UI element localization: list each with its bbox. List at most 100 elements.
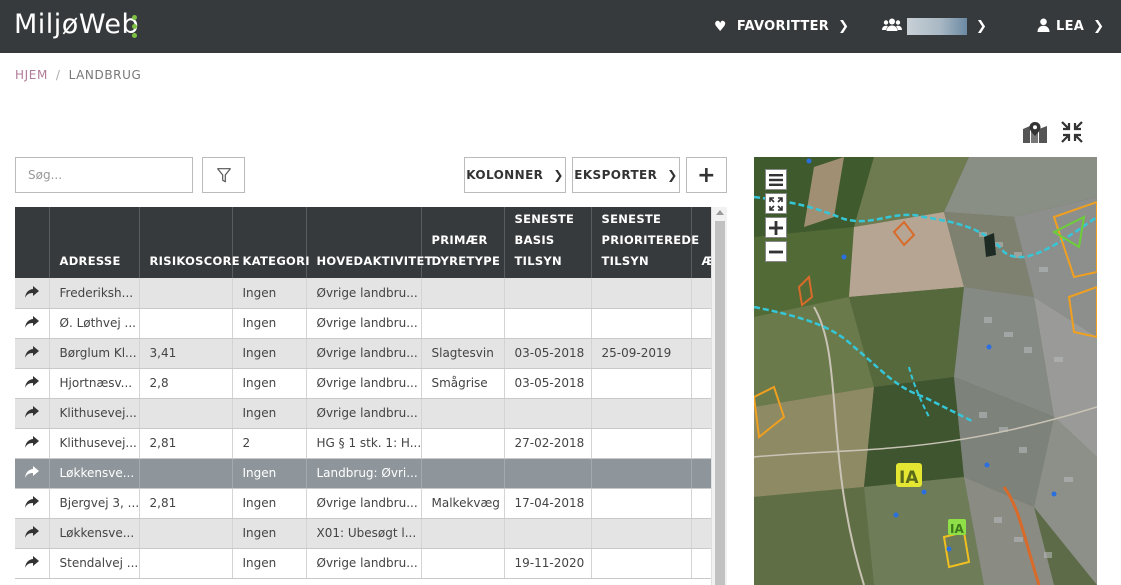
cell-basic: 17-04-2018	[504, 488, 592, 519]
cell-animal: Smågrise	[421, 368, 505, 399]
share-arrow-icon[interactable]	[15, 488, 50, 519]
cell-extra	[691, 308, 711, 339]
cell-prio	[591, 368, 692, 399]
map-marker-ia[interactable]: IA	[948, 519, 966, 536]
share-arrow-icon[interactable]	[15, 518, 50, 549]
farm-table: ADRESSE RISIKOSCORE KATEGORI HOVEDAKTIVI…	[15, 207, 711, 585]
table-row[interactable]: Klithusevej... Ingen Øvrige landbru...	[15, 398, 711, 429]
cell-category: Ingen	[232, 368, 307, 399]
column-header-prioritized-inspection[interactable]: SENESTE PRIORITEREDE TILSYN	[591, 207, 699, 278]
column-header-risk[interactable]: RISIKOSCORE	[139, 207, 240, 278]
cell-animal: Malkekvæg	[421, 488, 505, 519]
cell-risk: 2,81	[139, 488, 233, 519]
table-row[interactable]: Bjergvej 3, ... 2,81 Ingen Øvrige landbru..…	[15, 488, 711, 519]
share-arrow-icon[interactable]	[15, 428, 50, 459]
share-arrow-icon[interactable]	[15, 548, 50, 579]
share-arrow-icon[interactable]	[15, 398, 50, 429]
cell-address: Stendalvej ...	[49, 548, 140, 579]
export-button[interactable]: EKSPORTER ❯	[572, 157, 680, 193]
column-header-category[interactable]: KATEGORI	[232, 207, 310, 278]
cell-extra	[691, 488, 711, 519]
menu-icon	[769, 173, 783, 186]
heart-icon: ♥	[714, 18, 727, 35]
cell-category: Ingen	[232, 308, 307, 339]
logo-dots-icon	[132, 15, 138, 41]
cell-prio	[591, 398, 692, 429]
cell-extra	[691, 428, 711, 459]
column-header-animal-type[interactable]: PRIMÆR DYRETYPE	[421, 207, 505, 278]
columns-button[interactable]: KOLONNER ❯	[464, 157, 566, 193]
map-marker-ia[interactable]: IA	[896, 463, 922, 488]
filter-button[interactable]	[202, 157, 245, 193]
share-arrow-icon[interactable]	[15, 308, 50, 339]
cell-extra	[691, 518, 711, 549]
favorites-label: FAVORITTER	[736, 19, 830, 34]
cell-activity: Landbrug: Øvri...	[306, 458, 422, 489]
table-row[interactable]: Frederiksh... Ingen Øvrige landbru...	[15, 278, 711, 309]
chevron-right-icon: ❯	[976, 19, 988, 34]
organization-menu[interactable]: ❯	[882, 0, 987, 53]
table-scrollbar[interactable]	[711, 207, 727, 585]
share-arrow-icon[interactable]	[15, 338, 50, 369]
expand-icon	[769, 196, 783, 211]
map-zoom-in-button[interactable]	[765, 217, 787, 238]
cell-animal: Slagtesvin	[421, 338, 505, 369]
cell-activity: Øvrige landbru...	[306, 278, 422, 309]
map-zoom-out-button[interactable]	[765, 241, 787, 262]
cell-address: Klithusevej...	[49, 428, 140, 459]
cell-animal	[421, 518, 505, 549]
favorites-menu[interactable]: ♥ FAVORITTER ❯	[714, 0, 849, 53]
share-arrow-icon[interactable]	[15, 458, 50, 489]
cell-risk: 3,41	[139, 338, 233, 369]
map-marker-icon[interactable]	[1022, 122, 1048, 144]
cell-activity: Øvrige landbru...	[306, 338, 422, 369]
cell-risk	[139, 518, 233, 549]
app-logo[interactable]: MiljøWeb	[14, 9, 139, 40]
svg-text:IA: IA	[899, 468, 919, 488]
compress-icon[interactable]	[1060, 120, 1084, 144]
search-input[interactable]	[15, 157, 193, 193]
cell-animal	[421, 278, 505, 309]
map-layers-button[interactable]	[765, 169, 787, 190]
table-row[interactable]: Stendalvej ... Ingen Øvrige landbru... 19-1…	[15, 548, 711, 579]
table-row[interactable]: Klithusevej... 2,81 2 HG § 1 stk. 1: H... 27…	[15, 428, 711, 459]
cell-extra	[691, 278, 711, 309]
table-row[interactable]: Løkkensve... Ingen Landbrug: Øvri...	[15, 458, 711, 489]
table-row[interactable]: Hjortnæsv... 2,8 Ingen Øvrige landbru... Små…	[15, 368, 711, 399]
map-view[interactable]: IA IA	[754, 157, 1097, 585]
scroll-up-icon[interactable]	[716, 210, 724, 215]
share-arrow-icon[interactable]	[15, 278, 50, 309]
map-fullscreen-button[interactable]	[765, 193, 787, 214]
table-row[interactable]: Børglum Kl... 3,41 Ingen Øvrige landbru... S…	[15, 338, 711, 369]
user-icon	[1037, 18, 1050, 36]
cell-animal	[421, 458, 505, 489]
breadcrumb-current: LANDBRUG	[68, 68, 142, 82]
cell-prio	[591, 308, 692, 339]
filter-icon	[216, 167, 231, 182]
table-row[interactable]: Ø. Løthvej ... Ingen Øvrige landbru...	[15, 308, 711, 339]
cell-prio	[591, 518, 692, 549]
cell-basic	[504, 458, 592, 489]
cell-basic	[504, 518, 592, 549]
cell-risk	[139, 278, 233, 309]
minus-icon	[769, 250, 783, 253]
breadcrumb-home[interactable]: HJEM	[15, 68, 48, 82]
add-button[interactable]: +	[686, 157, 727, 193]
cell-address: Klithusevej...	[49, 398, 140, 429]
cell-animal	[421, 308, 505, 339]
cell-category: Ingen	[232, 278, 307, 309]
scrollbar-thumb[interactable]	[715, 221, 725, 585]
cell-address: Frederiksh...	[49, 278, 140, 309]
column-header-main-activity[interactable]: HOVEDAKTIVITET	[306, 207, 432, 278]
share-arrow-icon[interactable]	[15, 368, 50, 399]
cell-activity: Øvrige landbru...	[306, 488, 422, 519]
column-header-basic-inspection[interactable]: SENESTE BASIS TILSYN	[504, 207, 592, 278]
user-menu[interactable]: LEA ❯	[1037, 0, 1104, 53]
column-header-address[interactable]: ADRESSE	[49, 207, 140, 278]
table-row[interactable]: Løkkensve... Ingen X01: Ubesøgt l...	[15, 518, 711, 549]
cell-category: Ingen	[232, 398, 307, 429]
cell-risk	[139, 458, 233, 489]
cell-basic	[504, 398, 592, 429]
cell-risk	[139, 308, 233, 339]
cell-category: Ingen	[232, 338, 307, 369]
